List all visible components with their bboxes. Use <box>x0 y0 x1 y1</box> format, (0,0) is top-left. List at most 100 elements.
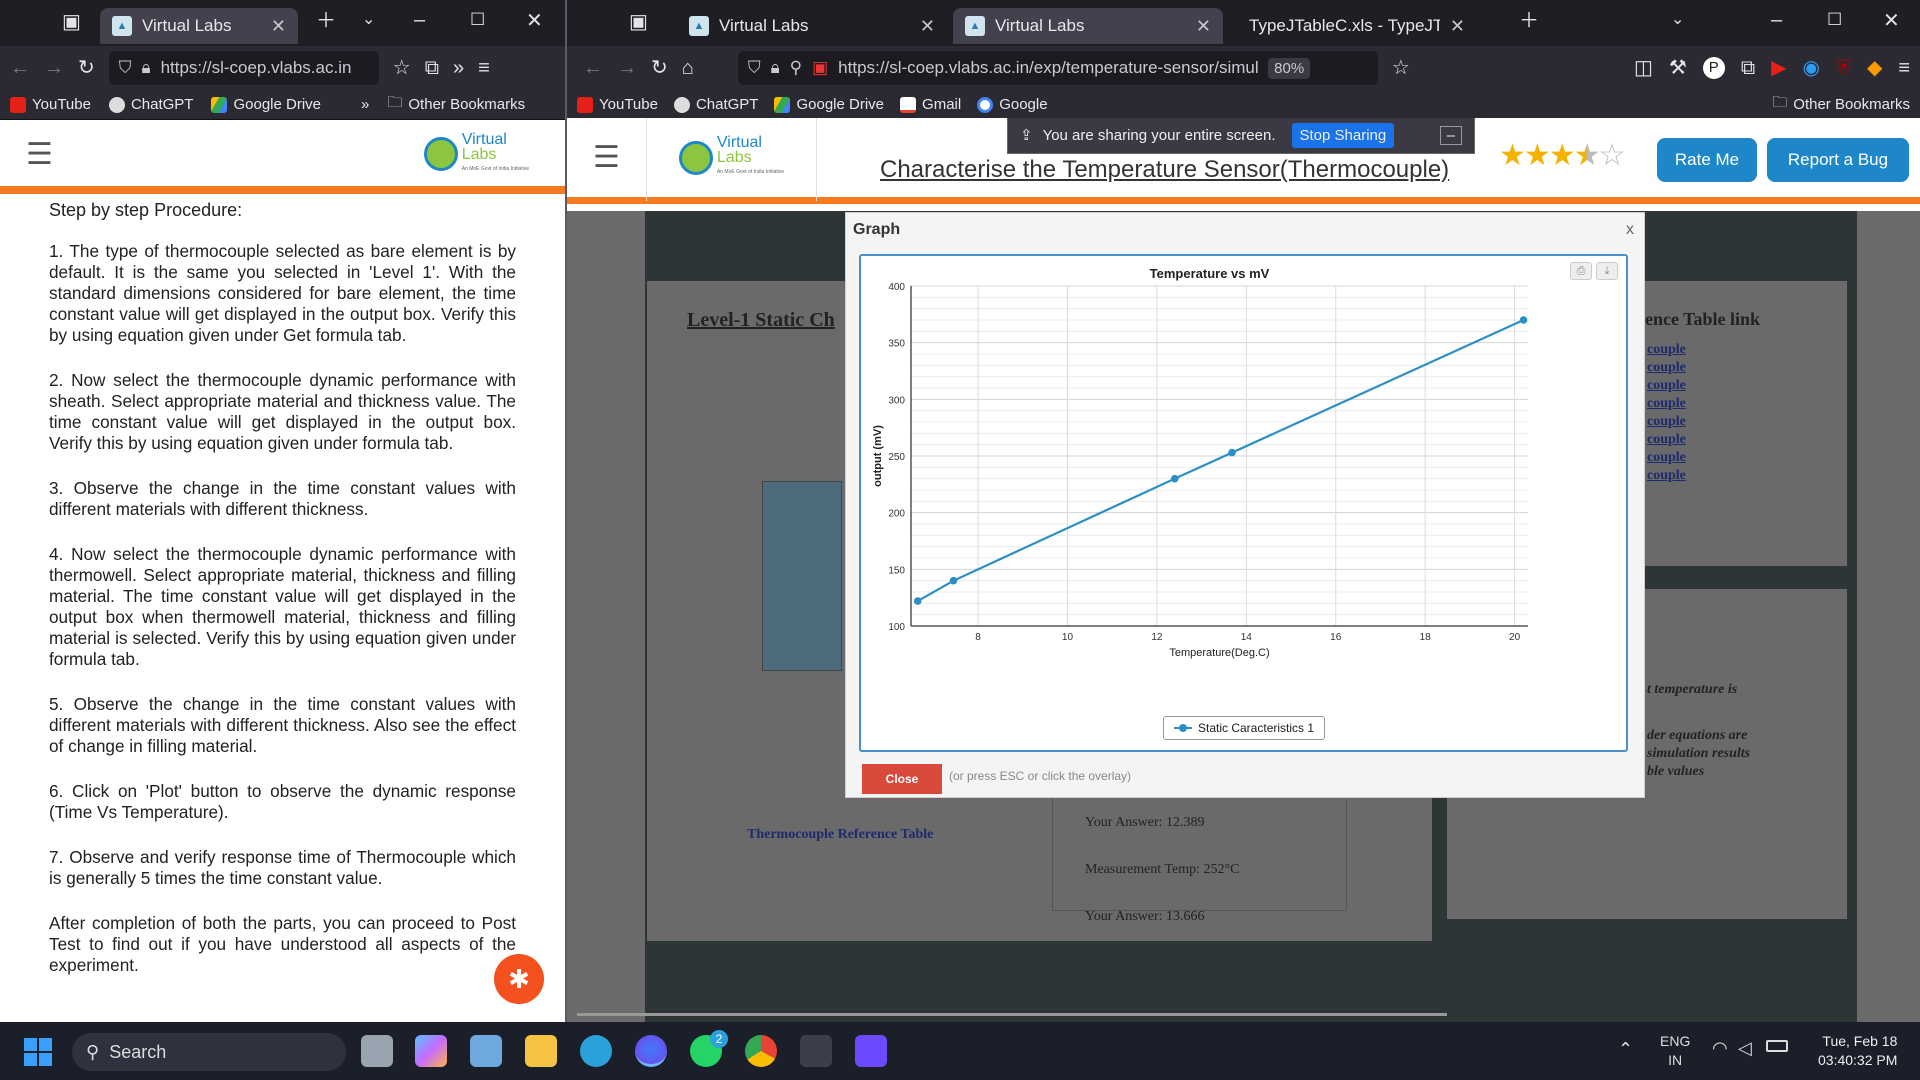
window-close-icon[interactable]: ✕ <box>526 11 543 31</box>
tab-list-icon[interactable]: ⌄ <box>362 12 375 28</box>
profile-p-icon[interactable]: P <box>1702 57 1725 79</box>
bookmark-youtube[interactable]: YouTube <box>577 96 658 113</box>
tab-list-icon[interactable]: ⌄ <box>1671 12 1684 28</box>
chart-legend[interactable]: Static Caracteristics 1 <box>1163 716 1326 740</box>
bug-report-fab[interactable]: ✱ <box>494 954 544 1004</box>
firefox-icon[interactable] <box>635 1035 667 1067</box>
tab-close-icon[interactable]: ✕ <box>920 16 935 37</box>
forward-icon[interactable]: → <box>44 58 64 78</box>
stop-sharing-button[interactable]: Stop Sharing <box>1291 122 1395 148</box>
maximize-icon[interactable]: ☐ <box>1827 11 1842 28</box>
clock[interactable]: Tue, Feb 18 03:40:32 PM <box>1818 1032 1897 1070</box>
volume-icon[interactable]: ◁ <box>1738 1038 1752 1059</box>
taskbar-search[interactable]: ⚲ Search <box>72 1033 346 1071</box>
rating-stars[interactable]: ★★★★☆ <box>1499 138 1625 173</box>
chrome-icon[interactable] <box>745 1035 777 1067</box>
thermocouple-ref-table-label[interactable]: Thermocouple Reference Table <box>747 827 933 843</box>
other-bookmarks[interactable]: 🗀 Other Bookmarks <box>387 92 525 117</box>
minimize-banner-icon[interactable]: – <box>1439 125 1462 145</box>
right-nav-toolbar: ← → ↻ ⌂ ⛉ 🔒︎ ⚲ ▣ https://sl-coep.vlabs.a… <box>567 46 1920 90</box>
right-tab-virtual-labs-1[interactable]: ▲ Virtual Labs ✕ <box>677 8 947 44</box>
telegram-icon[interactable] <box>580 1035 612 1067</box>
bookmark-google-drive[interactable]: Google Drive <box>211 96 321 113</box>
tab-overview-icon[interactable]: ▣ <box>62 12 81 32</box>
reference-link[interactable]: couple <box>1647 341 1686 359</box>
tray-chevron-icon[interactable]: ⌃ <box>1618 1039 1633 1060</box>
bookmark-google-drive[interactable]: Google Drive <box>774 96 884 113</box>
proton-icon[interactable] <box>855 1035 887 1067</box>
vlabs-logo[interactable]: Virtual Labs An MoE Govt of India Initia… <box>423 131 529 177</box>
wrench-icon[interactable]: ⚒ <box>1669 58 1687 78</box>
bookmarks-overflow-icon[interactable]: » <box>361 96 369 113</box>
right-tab-virtual-labs-2[interactable]: ▲ Virtual Labs ✕ <box>953 8 1223 44</box>
report-bug-button[interactable]: Report a Bug <box>1767 138 1909 182</box>
menu-icon[interactable]: ≡ <box>478 58 490 78</box>
language-indicator[interactable]: ENG IN <box>1660 1032 1690 1070</box>
left-tab-virtual-labs[interactable]: ▲ Virtual Labs ✕ <box>100 8 298 44</box>
right-url-bar[interactable]: ⛉ 🔒︎ ⚲ ▣ https://sl-coep.vlabs.ac.in/exp… <box>737 51 1378 85</box>
left-url-bar[interactable]: ⛉ 🔒︎ https://sl-coep.vlabs.ac.in <box>108 51 379 85</box>
reload-icon[interactable]: ↻ <box>651 58 668 78</box>
tab-overview-icon[interactable]: ▣ <box>629 12 648 32</box>
tab-close-icon[interactable]: ✕ <box>271 16 286 37</box>
reference-link[interactable]: couple <box>1647 359 1686 377</box>
reload-icon[interactable]: ↻ <box>78 58 95 78</box>
bookmark-chatgpt[interactable]: ChatGPT <box>108 96 193 113</box>
zoom-level[interactable]: 80% <box>1268 57 1311 79</box>
other-bookmarks[interactable]: 🗀 Other Bookmarks <box>1772 92 1910 117</box>
reference-link[interactable]: couple <box>1647 395 1686 413</box>
shield-icon: ⛉ <box>118 58 132 77</box>
bookmark-star-icon[interactable]: ☆ <box>1392 58 1410 78</box>
right-tab-typejtable[interactable]: TypeJTableC.xls - TypeJTableC.p ✕ <box>1237 8 1477 44</box>
bookmark-chatgpt[interactable]: ChatGPT <box>673 96 758 113</box>
horizontal-scrollbar[interactable] <box>577 1013 1447 1016</box>
home-icon[interactable]: ⌂ <box>682 58 694 78</box>
vlabs-logo[interactable]: Virtual Labs An MoE Govt of India Initia… <box>678 135 784 180</box>
rate-me-button[interactable]: Rate Me <box>1657 138 1757 182</box>
close-button[interactable]: Close <box>862 764 942 794</box>
hamburger-menu-icon[interactable]: ☰ <box>26 137 53 172</box>
back-icon[interactable]: ← <box>583 58 603 78</box>
new-tab-icon[interactable]: ＋ <box>316 11 336 31</box>
maximize-icon[interactable]: ☐ <box>470 11 485 28</box>
reference-link[interactable]: couple <box>1647 413 1686 431</box>
more-tools-icon[interactable]: » <box>453 58 464 78</box>
terminal-icon[interactable] <box>800 1035 832 1067</box>
bug-icon: ✱ <box>508 963 530 994</box>
extensions-icon[interactable]: ⧉ <box>425 58 439 78</box>
hamburger-menu-icon[interactable]: ☰ <box>593 140 620 175</box>
modal-close-x[interactable]: x <box>1626 221 1634 239</box>
task-view-icon[interactable] <box>361 1035 393 1067</box>
minimize-icon[interactable]: – <box>1771 10 1782 30</box>
bookmark-google[interactable]: Google <box>977 96 1048 113</box>
notification-ext-icon[interactable]: ◉ <box>1802 58 1819 78</box>
file-explorer-icon[interactable] <box>525 1035 557 1067</box>
tab-close-icon[interactable]: ✕ <box>1450 16 1465 37</box>
reference-link[interactable]: couple <box>1647 431 1686 449</box>
new-tab-icon[interactable]: ＋ <box>1519 11 1539 31</box>
menu-icon[interactable]: ≡ <box>1898 58 1910 78</box>
window-close-icon[interactable]: ✕ <box>1883 11 1900 31</box>
pocket-icon[interactable]: ◫ <box>1634 58 1653 78</box>
bookmark-gmail[interactable]: Gmail <box>900 96 961 113</box>
copilot-icon[interactable] <box>415 1035 447 1067</box>
gmail-icon <box>900 96 917 113</box>
wifi-icon[interactable]: ◠ <box>1712 1038 1728 1059</box>
battery-icon[interactable] <box>1766 1040 1788 1052</box>
color-ext-icon[interactable]: ◆ <box>1867 58 1882 78</box>
back-icon[interactable]: ← <box>10 58 30 78</box>
right-page-content: ☰ Virtual Labs An MoE Govt of India Init… <box>567 118 1920 1022</box>
photos-icon[interactable] <box>470 1035 502 1067</box>
youtube-ext-icon[interactable]: ▶ <box>1771 58 1786 78</box>
reference-link[interactable]: couple <box>1647 449 1686 467</box>
bookmark-youtube[interactable]: YouTube <box>10 96 91 113</box>
minimize-icon[interactable]: – <box>414 10 425 30</box>
forward-icon[interactable]: → <box>617 58 637 78</box>
extensions-icon[interactable]: ⧉ <box>1741 58 1755 78</box>
tab-close-icon[interactable]: ✕ <box>1196 16 1211 37</box>
reference-link[interactable]: couple <box>1647 467 1686 485</box>
bookmark-star-icon[interactable]: ☆ <box>393 58 411 78</box>
windows-start-icon[interactable] <box>24 1038 52 1066</box>
reference-link[interactable]: couple <box>1647 377 1686 395</box>
ublock-icon[interactable]: ⛨ <box>1836 58 1851 78</box>
